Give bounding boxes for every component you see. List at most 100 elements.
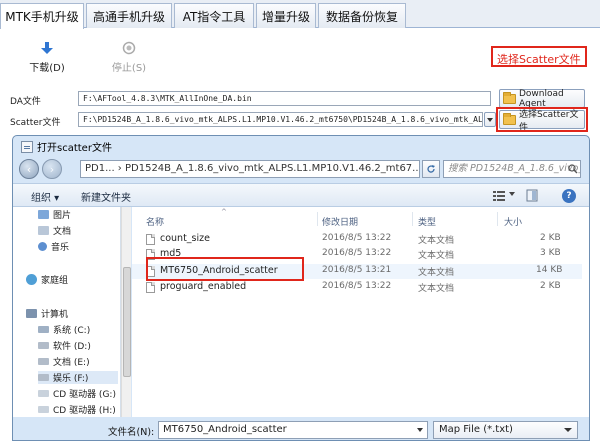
view-dropdown-icon[interactable] — [509, 192, 515, 196]
organize-menu[interactable]: 组织 ▾ — [31, 189, 59, 204]
dialog-title-bar: 打开scatter文件 — [21, 139, 112, 154]
nav-item-drive-c[interactable]: 系统 (C:) — [38, 323, 90, 336]
stop-button[interactable]: 停止(S) — [104, 41, 154, 74]
nav-item-computer[interactable]: 计算机 — [26, 307, 68, 320]
navigation-scrollbar[interactable] — [121, 207, 131, 417]
download-label: 下载(D) — [29, 63, 65, 74]
back-arrow-icon: ‹ — [26, 162, 32, 176]
forward-arrow-icon: › — [49, 162, 55, 176]
nav-item-drive-d[interactable]: 软件 (D:) — [38, 339, 91, 352]
preview-pane-icon[interactable] — [526, 189, 538, 202]
back-button[interactable]: ‹ — [19, 159, 39, 179]
refresh-icon — [427, 165, 435, 173]
forward-button[interactable]: › — [42, 159, 62, 179]
scatter-dropdown-button[interactable] — [484, 112, 496, 127]
tab-incremental-upgrade[interactable]: 增量升级 — [256, 3, 316, 28]
folder-icon — [503, 91, 516, 104]
view-options-icon[interactable] — [493, 190, 505, 201]
file-type: 文本文档 — [418, 236, 455, 246]
nav-item-drive-h[interactable]: CD 驱动器 (H:) — [38, 403, 116, 416]
nav-item-documents[interactable]: 文档 — [38, 224, 71, 237]
file-type: 文本文档 — [418, 284, 455, 294]
column-header-type[interactable]: 类型 — [418, 215, 436, 228]
pictures-icon — [38, 210, 49, 219]
cd-drive-icon — [38, 406, 49, 413]
file-size: 3 KB — [540, 248, 561, 258]
drive-icon — [38, 358, 49, 365]
drive-icon — [38, 326, 49, 333]
file-size: 14 KB — [536, 265, 563, 275]
file-size: 2 KB — [540, 233, 561, 243]
download-button[interactable]: 下载(D) — [22, 41, 72, 74]
callout-label: 选择Scatter文件 — [497, 53, 581, 66]
navigation-pane: 图片 文档 音乐 家庭组 计算机 系统 (C:) 软件 (D:) 文档 (E:)… — [13, 207, 121, 417]
filename-dropdown-icon[interactable] — [417, 428, 423, 432]
file-type: 文本文档 — [418, 268, 455, 278]
filetype-value: Map File (*.txt) — [439, 424, 513, 435]
file-modified: 2016/8/5 13:22 — [322, 281, 392, 291]
cd-drive-icon — [38, 390, 49, 397]
music-icon — [38, 242, 47, 251]
search-input[interactable]: 搜索 PD1524B_A_1.8.6_vivo_... — [443, 160, 581, 178]
column-header-name[interactable]: 名称 — [146, 215, 164, 228]
file-name: count_size — [160, 233, 210, 244]
nav-item-pictures[interactable]: 图片 — [38, 208, 71, 221]
tab-at-command-tool[interactable]: AT指令工具 — [174, 3, 254, 28]
column-separator — [317, 212, 318, 226]
help-icon[interactable]: ? — [562, 189, 576, 203]
nav-item-drive-g[interactable]: CD 驱动器 (G:) — [38, 387, 116, 400]
documents-icon — [38, 226, 49, 235]
command-bar: 组织 ▾ 新建文件夹 ? — [13, 183, 589, 207]
da-file-label: DA文件 — [10, 97, 41, 107]
chevron-down-icon — [564, 428, 572, 432]
nav-item-homegroup[interactable]: 家庭组 — [26, 273, 68, 286]
file-modified: 2016/8/5 13:21 — [322, 265, 392, 275]
dialog-title: 打开scatter文件 — [37, 143, 112, 154]
column-separator — [497, 212, 498, 226]
stop-icon — [122, 41, 136, 55]
download-arrow-icon — [41, 42, 53, 54]
file-size: 2 KB — [540, 281, 561, 291]
tab-qualcomm-upgrade[interactable]: 高通手机升级 — [86, 3, 172, 28]
file-name: proguard_enabled — [160, 281, 247, 292]
stop-label: 停止(S) — [111, 63, 147, 74]
column-header-size[interactable]: 大小 — [504, 215, 522, 228]
callout-frame-button — [496, 107, 588, 132]
new-folder-button[interactable]: 新建文件夹 — [81, 189, 131, 204]
address-bar[interactable]: PD1... › PD1524B_A_1.8.6_vivo_mtk_ALPS.L… — [80, 160, 420, 178]
sort-indicator-icon: ^ — [221, 208, 227, 216]
text-file-icon — [146, 234, 155, 245]
file-type: 文本文档 — [418, 251, 455, 261]
table-row[interactable]: count_size 2016/8/5 13:22 文本文档 2 KB — [132, 232, 582, 247]
nav-item-music[interactable]: 音乐 — [38, 240, 69, 253]
drive-icon — [38, 342, 49, 349]
dialog-app-icon — [21, 140, 33, 153]
computer-icon — [26, 309, 37, 318]
download-agent-button[interactable]: Download Agent — [499, 88, 585, 109]
open-scatter-dialog: 打开scatter文件 ‹ › PD1... › PD1524B_A_1.8.6… — [12, 135, 590, 441]
filename-row: 文件名(N): MT6750_Android_scatter Map File … — [13, 417, 589, 440]
filetype-select[interactable]: Map File (*.txt) — [433, 421, 578, 439]
refresh-button[interactable] — [422, 160, 440, 178]
filename-label: 文件名(N): — [108, 427, 155, 438]
file-list: 名称 修改日期 类型 大小 ^ count_size 2016/8/5 13:2… — [132, 207, 589, 417]
download-agent-label: Download Agent — [519, 88, 564, 109]
tab-data-backup-restore[interactable]: 数据备份恢复 — [318, 3, 406, 28]
file-modified: 2016/8/5 13:22 — [322, 248, 392, 258]
scatter-file-input[interactable]: F:\PD1524B_A_1.8.6_vivo_mtk_ALPS.L1.MP10… — [78, 112, 483, 127]
scatter-file-label: Scatter文件 — [10, 118, 61, 128]
tab-mtk-upgrade[interactable]: MTK手机升级 — [0, 3, 84, 29]
dropdown-arrow-icon — [487, 117, 493, 122]
callout-frame-scatter-file — [146, 257, 304, 281]
nav-item-drive-f[interactable]: 娱乐 (F:) — [38, 371, 118, 384]
address-row: ‹ › PD1... › PD1524B_A_1.8.6_vivo_mtk_AL… — [13, 156, 589, 182]
tab-bar: MTK手机升级 高通手机升级 AT指令工具 增量升级 数据备份恢复 — [0, 0, 600, 29]
column-header-modified[interactable]: 修改日期 — [322, 215, 358, 228]
nav-item-drive-e[interactable]: 文档 (E:) — [38, 355, 90, 368]
table-row[interactable]: proguard_enabled 2016/8/5 13:22 文本文档 2 K… — [132, 280, 582, 295]
da-file-input[interactable]: F:\AFTool_4.8.3\MTK_AllInOne_DA.bin — [78, 91, 491, 106]
file-modified: 2016/8/5 13:22 — [322, 233, 392, 243]
text-file-icon — [146, 282, 155, 293]
scrollbar-thumb[interactable] — [123, 267, 131, 377]
filename-input[interactable]: MT6750_Android_scatter — [158, 421, 428, 439]
